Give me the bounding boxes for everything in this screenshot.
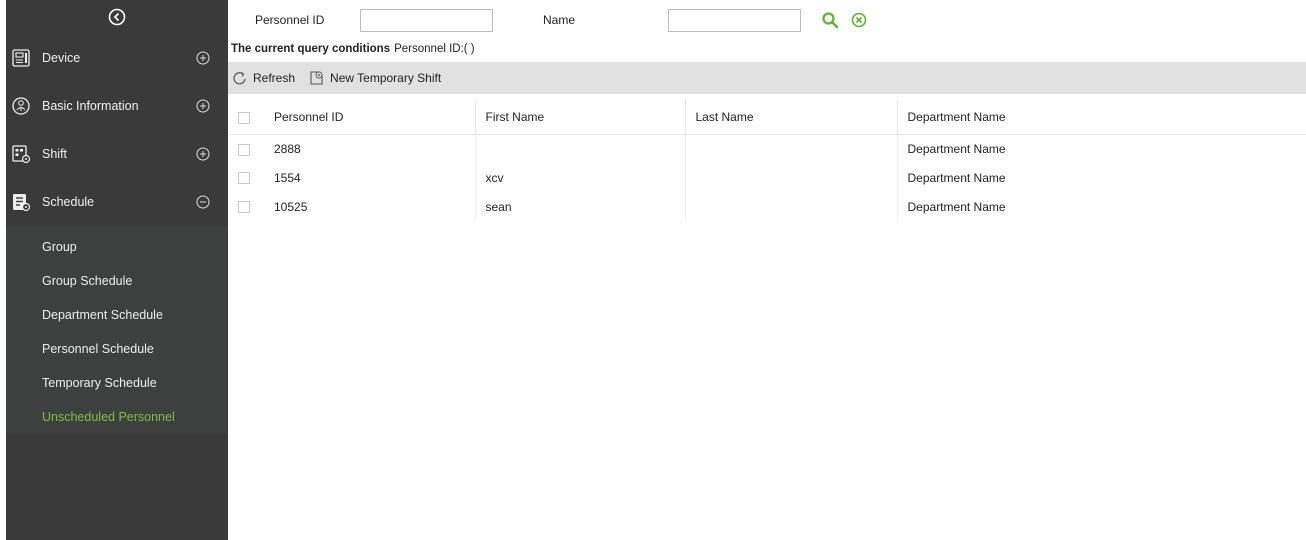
schedule-icon [10,191,32,213]
clear-circle-x-icon [851,12,867,28]
menu-item-label: Schedule [42,195,95,209]
cell-department-name: Department Name [907,170,1006,185]
query-conditions-value: Personnel ID:( ) [394,43,475,55]
menu-item-label: Device [42,51,81,65]
menu-item-shift[interactable]: Shift [6,130,228,178]
chevron-left-circle-icon [108,8,126,26]
submenu-item-group-schedule[interactable]: Group Schedule [6,264,228,298]
personnel-id-label: Personnel ID [255,13,325,27]
personnel-table: Personnel ID First Name Last Name Depart… [228,100,1306,221]
cell-department-name: Department Name [907,199,1006,214]
search-bar: Personnel ID Name [228,0,1306,40]
row-checkbox-cell [228,163,264,192]
cell-first-name [475,134,686,163]
row-checkbox[interactable] [238,172,250,185]
toolbar: Refresh New Temporary Shift [228,62,1306,94]
cell-first-name: sean [475,192,686,221]
query-conditions-prefix: The current query conditions [231,43,391,55]
cell-last-name [685,134,898,163]
cell-first-name: xcv [475,163,686,192]
new-document-icon [310,71,323,85]
new-temporary-shift-button[interactable]: New Temporary Shift [309,70,441,86]
table-row[interactable]: 2888 Department Name [228,134,1306,163]
column-header-personnel-id[interactable]: Personnel ID [264,100,476,135]
submenu-item-group[interactable]: Group [6,230,228,264]
refresh-button[interactable]: Refresh [232,70,295,86]
table-row[interactable]: 1554 xcv Department Name [228,163,1306,192]
menu-item-schedule[interactable]: Schedule [6,178,228,226]
expand-plus-icon[interactable] [196,147,210,161]
row-checkbox[interactable] [238,201,250,214]
personnel-id-input[interactable] [360,8,493,32]
shift-icon [10,143,32,165]
submenu-item-personnel-schedule[interactable]: Personnel Schedule [6,332,228,366]
cell-last-name [685,163,898,192]
column-header-last-name[interactable]: Last Name [685,100,898,135]
row-checkbox-cell [228,134,264,163]
name-label: Name [543,13,576,27]
basic-information-icon [10,95,32,117]
search-button[interactable] [821,11,839,29]
sidebar-collapse-button[interactable] [6,0,228,34]
cell-department-name: Department Name [907,141,1006,156]
schedule-submenu: Group Group Schedule Department Schedule… [6,226,228,434]
menu-item-device[interactable]: Device [6,34,228,82]
cell-last-name [685,192,898,221]
expand-plus-icon[interactable] [196,51,210,65]
refresh-icon [233,71,246,85]
main-content: Personnel ID Name The current query cond… [228,0,1306,540]
search-icon [822,12,839,29]
menu-item-label: Basic Information [42,99,139,113]
name-input[interactable] [668,8,801,32]
clear-button[interactable] [851,12,867,28]
refresh-label: Refresh [253,71,296,85]
menu-item-label: Shift [42,147,68,161]
query-conditions: The current query conditions Personnel I… [228,40,1306,58]
select-all-cell [228,100,264,135]
menu-item-basic-information[interactable]: Basic Information [6,82,228,130]
collapse-minus-icon[interactable] [196,195,210,209]
expand-plus-icon[interactable] [196,99,210,113]
column-header-department-name[interactable]: Department Name [897,100,1306,135]
row-checkbox-cell [228,192,264,221]
select-all-checkbox[interactable] [238,111,250,124]
table-row[interactable]: 10525 sean Department Name [228,192,1306,221]
row-checkbox[interactable] [238,143,250,156]
submenu-item-temporary-schedule[interactable]: Temporary Schedule [6,366,228,400]
sidebar: Device Basic Information Shift Schedule … [6,0,228,540]
submenu-item-unscheduled-personnel[interactable]: Unscheduled Personnel [6,400,228,434]
column-header-first-name[interactable]: First Name [475,100,686,135]
cell-personnel-id: 2888 [264,134,476,163]
table-header-row: Personnel ID First Name Last Name Depart… [228,100,1306,135]
device-icon [10,47,32,69]
new-temporary-shift-label: New Temporary Shift [330,71,442,85]
cell-personnel-id: 10525 [264,192,476,221]
cell-personnel-id: 1554 [264,163,476,192]
submenu-item-department-schedule[interactable]: Department Schedule [6,298,228,332]
